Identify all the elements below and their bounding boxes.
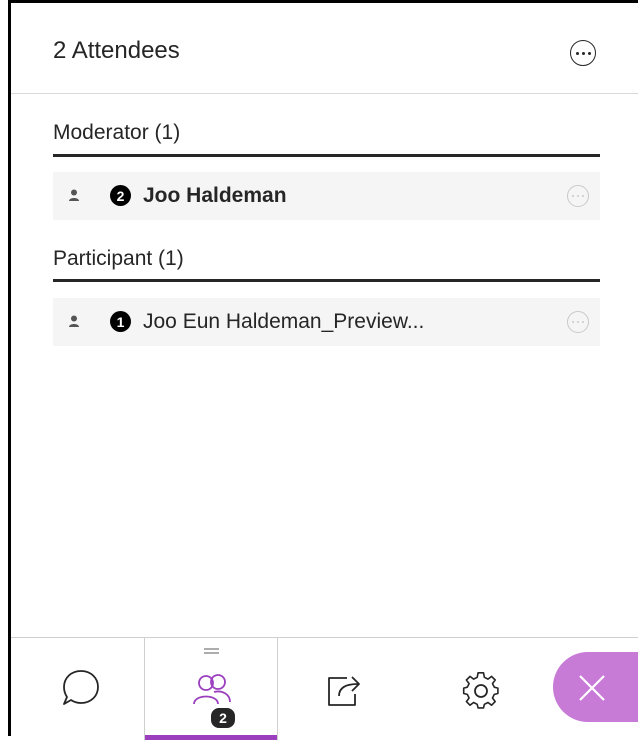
- attendee-name: Joo Haldeman: [143, 184, 287, 207]
- drag-handle-icon[interactable]: [204, 648, 219, 654]
- tab-settings[interactable]: [413, 638, 553, 740]
- gear-icon: [462, 671, 499, 709]
- attendees-icon: [193, 674, 231, 705]
- attendee-row[interactable]: 2 Joo Haldeman: [53, 172, 600, 220]
- attendees-panel: 2 Attendees Moderator (1) 2 Joo Haldeman…: [8, 0, 638, 740]
- attendee-options-button[interactable]: [567, 311, 589, 333]
- panel-title: 2 Attendees: [53, 37, 180, 64]
- attendee-count-badge: 2: [209, 706, 237, 730]
- tab-attendees[interactable]: 2: [144, 638, 278, 740]
- tab-chat[interactable]: [11, 638, 144, 740]
- group-divider: [53, 279, 600, 282]
- panel-header: 2 Attendees: [11, 3, 638, 94]
- close-icon: [579, 675, 605, 701]
- attendee-number-badge: 2: [110, 185, 131, 206]
- tab-share-content[interactable]: [278, 638, 413, 740]
- attendee-options-button[interactable]: [567, 185, 589, 207]
- person-icon: [69, 189, 79, 201]
- group-divider: [53, 154, 600, 157]
- chat-bubble-icon: [63, 670, 99, 705]
- attendee-name: Joo Eun Haldeman_Preview...: [143, 310, 425, 333]
- group-label-moderator: Moderator (1): [53, 121, 181, 144]
- more-options-icon: [575, 51, 591, 55]
- share-icon: [328, 676, 360, 706]
- attendee-number-badge: 1: [110, 311, 131, 332]
- more-options-button[interactable]: [570, 40, 596, 66]
- more-options-icon: [572, 195, 584, 197]
- bottom-toolbar: 2: [11, 637, 638, 740]
- attendee-row[interactable]: 1 Joo Eun Haldeman_Preview...: [53, 298, 600, 346]
- group-label-participant: Participant (1): [53, 247, 184, 270]
- more-options-icon: [572, 321, 584, 323]
- person-icon: [69, 315, 79, 327]
- close-button[interactable]: [553, 652, 638, 722]
